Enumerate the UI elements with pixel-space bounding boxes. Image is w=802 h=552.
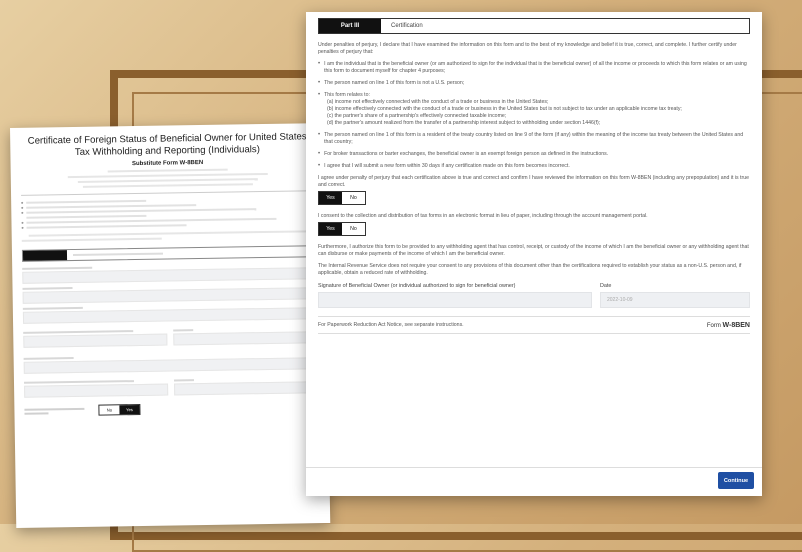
- subitem-b: (b) income effectively connected with th…: [327, 106, 682, 112]
- paperwork-notice: For Paperwork Reduction Act Notice, see …: [318, 321, 464, 328]
- form-footer: For Paperwork Reduction Act Notice, see …: [318, 316, 750, 334]
- subitem-d: (d) the partner's amount realized from t…: [327, 120, 601, 126]
- yes-no-toggle-left[interactable]: No Yes: [98, 403, 141, 416]
- no-option[interactable]: No: [99, 405, 119, 414]
- date-label: Date: [600, 283, 612, 289]
- faint-text-line: [67, 172, 268, 179]
- list-item: [21, 222, 316, 229]
- part-three-header: Part III Certification: [318, 18, 750, 34]
- city-field[interactable]: [23, 330, 168, 348]
- certification-item: This form relates to:: [324, 92, 370, 98]
- faint-text-line: [77, 178, 258, 183]
- irs-text: The Internal Revenue Service does not re…: [318, 263, 742, 276]
- country-select[interactable]: [173, 327, 318, 346]
- date-input[interactable]: 2022-10-09: [600, 292, 750, 308]
- certification-item: The person named on line 1 of this form …: [324, 132, 744, 145]
- consent-no-option[interactable]: No: [342, 223, 365, 235]
- agree-no-option[interactable]: No: [342, 192, 365, 204]
- action-bar: Continue: [306, 467, 762, 496]
- faint-text-line: [82, 183, 253, 188]
- form-id: Form W-8BEN: [706, 321, 750, 329]
- signature-label: Signature of Beneficial Owner (or indivi…: [318, 283, 516, 289]
- signature-input[interactable]: [318, 292, 592, 308]
- divider: [21, 190, 316, 196]
- mailing-address-field[interactable]: [23, 353, 318, 374]
- faint-text-line: [107, 168, 228, 173]
- intro-text: Under penalties of perjury, I declare th…: [318, 42, 737, 55]
- subitem-a: (a) income not effectively connected wit…: [327, 99, 549, 105]
- form-page-2: Part III Certification Under penalties o…: [306, 12, 762, 496]
- part-label: Part III: [319, 19, 381, 33]
- part-one-label: [22, 250, 68, 261]
- form-page-1: Certificate of Foreign Status of Benefic…: [10, 123, 331, 528]
- certification-item: The person named on line 1 of this form …: [324, 80, 465, 86]
- subitem-c: (c) the partner's share of a partnership…: [327, 113, 507, 119]
- mailing-city-field[interactable]: [23, 380, 169, 398]
- form-subtitle: Substitute Form W-8BEN: [131, 159, 204, 168]
- certification-item: I agree that I will submit a new form wi…: [324, 163, 570, 169]
- yes-option[interactable]: Yes: [119, 405, 140, 415]
- part-title: Certification: [391, 23, 423, 29]
- country-field[interactable]: [22, 283, 317, 304]
- form-title: Certificate of Foreign Status of Benefic…: [27, 131, 307, 158]
- agree-toggle[interactable]: Yes No: [318, 191, 366, 205]
- mailing-country-select[interactable]: [173, 377, 319, 396]
- question-text: [24, 407, 85, 415]
- consent-yes-option[interactable]: Yes: [319, 223, 342, 235]
- address-field[interactable]: [22, 303, 318, 324]
- faint-text-line: [21, 237, 162, 242]
- agree-yes-option[interactable]: Yes: [319, 192, 342, 204]
- part-one-header: [21, 245, 317, 262]
- consent-toggle[interactable]: Yes No: [318, 222, 366, 236]
- name-field[interactable]: [22, 263, 317, 284]
- authorize-text: Furthermore, I authorize this form to be…: [318, 244, 749, 257]
- certification-item: I am the individual that is the benefici…: [324, 61, 747, 74]
- faint-text-line: [28, 230, 309, 237]
- continue-button[interactable]: Continue: [718, 472, 754, 489]
- agree-text: I agree under penalty of perjury that ea…: [318, 175, 749, 188]
- certification-item: For broker transactions or barter exchan…: [324, 151, 609, 157]
- consent-text: I consent to the collection and distribu…: [318, 213, 648, 219]
